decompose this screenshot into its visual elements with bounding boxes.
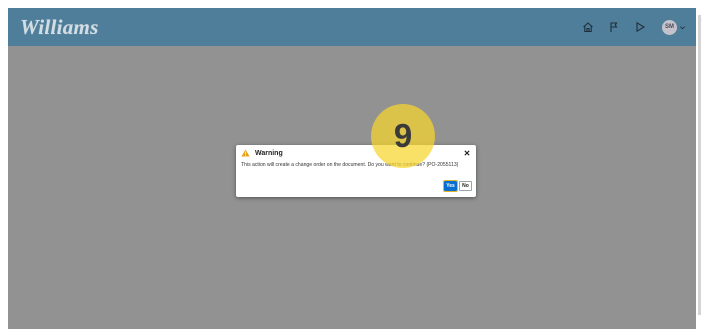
home-icon[interactable] (582, 21, 594, 33)
dialog-actions: Yes No (442, 179, 472, 193)
vertical-scrollbar[interactable] (697, 8, 703, 329)
user-menu[interactable]: SM (662, 19, 686, 35)
dialog-title: Warning (255, 149, 283, 157)
shell-header: Williams SM (8, 8, 696, 46)
play-icon[interactable] (634, 21, 646, 33)
scroll-thumb[interactable] (698, 15, 701, 315)
no-button[interactable]: No (459, 181, 472, 191)
scroll-up-icon[interactable] (698, 9, 702, 21)
warning-icon (241, 149, 250, 157)
dialog-header: Warning (241, 149, 283, 157)
flag-icon[interactable] (608, 21, 620, 33)
yes-button[interactable]: Yes (442, 179, 459, 193)
app-frame: Williams SM Warning This action will cre… (8, 8, 696, 329)
warning-dialog: Warning This action will create a change… (236, 145, 476, 197)
close-button[interactable] (462, 148, 471, 157)
company-logo[interactable]: Williams (20, 15, 99, 40)
dialog-message: This action will create a change order o… (241, 162, 459, 168)
close-icon (463, 149, 470, 156)
chevron-down-icon[interactable] (679, 24, 686, 31)
header-actions: SM (582, 19, 686, 35)
avatar[interactable]: SM (662, 19, 677, 35)
